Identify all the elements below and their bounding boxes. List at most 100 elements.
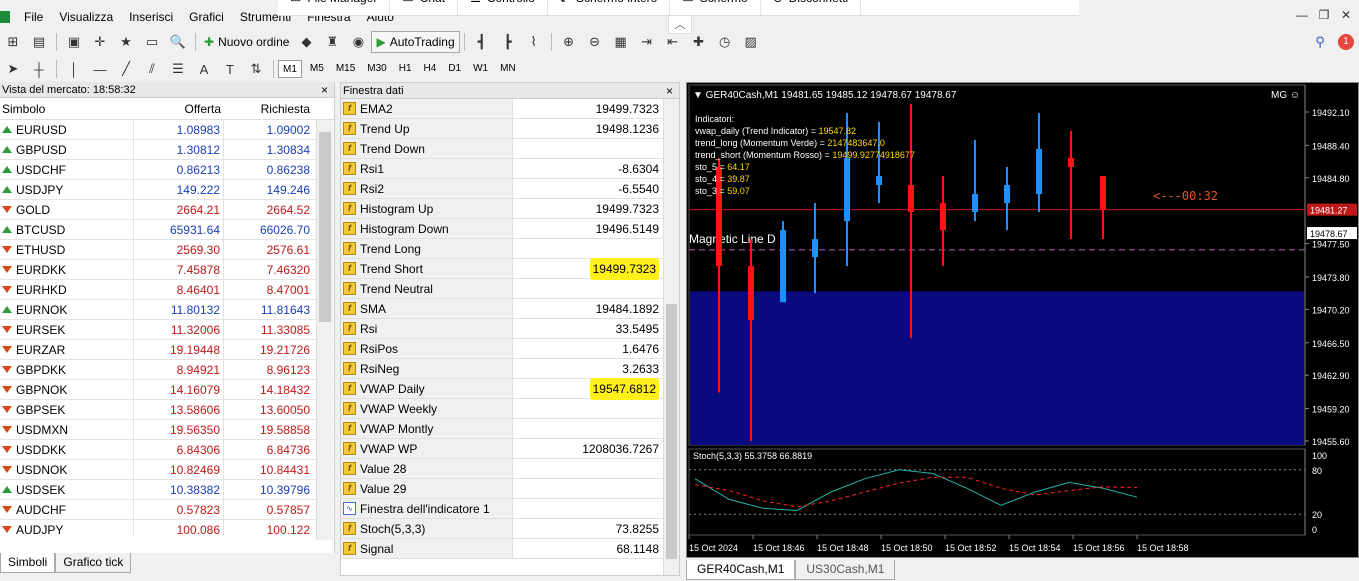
table-row[interactable]: f VWAP Daily 19547.6812 <box>341 378 679 400</box>
tile-windows-icon[interactable]: ▦ <box>610 32 632 52</box>
timeframe-w1[interactable]: W1 <box>469 60 492 78</box>
text-label-icon[interactable]: T <box>219 59 241 79</box>
remote-bar-item[interactable]: ☰ Controllo <box>458 0 548 15</box>
signals-icon[interactable]: ♜ <box>321 32 343 52</box>
close-icon[interactable]: × <box>666 83 673 99</box>
menu-item-file[interactable]: File <box>16 10 51 24</box>
timeframe-h1[interactable]: H1 <box>395 60 416 78</box>
table-row[interactable]: f RsiNeg 3.2633 <box>341 359 679 379</box>
timeframe-m5[interactable]: M5 <box>306 60 328 78</box>
table-row[interactable]: f Trend Short 19499.7323 <box>341 258 679 280</box>
column-ask[interactable]: Richiesta <box>224 102 313 116</box>
market-icon[interactable]: ◉ <box>347 32 369 52</box>
chart-shift-icon[interactable]: ⇤ <box>662 32 684 52</box>
list-item[interactable]: USDNOK 10.82469 10.84431 <box>0 460 334 480</box>
zoom-out-icon[interactable]: ⊖ <box>584 32 606 52</box>
remote-bar-item[interactable]: ↙ Schermo intero <box>548 0 671 15</box>
table-row[interactable]: f Trend Down <box>341 139 679 159</box>
table-row[interactable]: f Signal 68.1148 <box>341 539 679 559</box>
list-item[interactable]: AUDCHF 0.57823 0.57857 <box>0 500 334 520</box>
restore-icon[interactable]: ❐ <box>1317 8 1331 22</box>
list-item[interactable]: USDJPY 149.222 149.246 <box>0 180 334 200</box>
table-row[interactable]: f Rsi1 -8.6304 <box>341 159 679 179</box>
list-item[interactable]: EURSEK 11.32006 11.33085 <box>0 320 334 340</box>
table-row[interactable]: f Rsi2 -6.5540 <box>341 179 679 199</box>
table-row[interactable]: f Value 29 <box>341 479 679 499</box>
timeframe-m30[interactable]: M30 <box>363 60 390 78</box>
tab-tick-chart[interactable]: Grafico tick <box>55 553 132 573</box>
market-watch-icon[interactable]: ▣ <box>63 32 85 52</box>
remote-bar-item[interactable]: ▭ Schermo <box>670 0 761 15</box>
horizontal-line-icon[interactable]: — <box>89 59 111 79</box>
metaeditor-icon[interactable]: ◆ <box>295 32 317 52</box>
templates-icon[interactable]: ▨ <box>740 32 762 52</box>
close-icon[interactable]: ✕ <box>1339 8 1353 22</box>
data-window-scrollbar[interactable] <box>663 99 679 575</box>
tab-chart-ger40[interactable]: GER40Cash,M1 <box>686 560 796 580</box>
scrollbar-thumb[interactable] <box>319 132 331 322</box>
new-chart-icon[interactable]: ⊞ <box>2 32 24 52</box>
autoscroll-icon[interactable]: ⇥ <box>636 32 658 52</box>
table-row[interactable]: f RsiPos 1.6476 <box>341 339 679 359</box>
list-item[interactable]: EURHKD 8.46401 8.47001 <box>0 280 334 300</box>
close-icon[interactable]: × <box>321 82 328 98</box>
list-item[interactable]: GBPUSD 1.30812 1.30834 <box>0 140 334 160</box>
market-watch-scrollbar[interactable] <box>316 120 333 540</box>
arrows-icon[interactable]: ⇅ <box>245 59 267 79</box>
vertical-line-icon[interactable]: │ <box>63 59 85 79</box>
table-row[interactable]: f Rsi 33.5495 <box>341 319 679 339</box>
menu-item-visualizza[interactable]: Visualizza <box>51 10 121 24</box>
table-row[interactable]: f Trend Long <box>341 239 679 259</box>
profiles-icon[interactable]: ▤ <box>28 32 50 52</box>
timeframe-h4[interactable]: H4 <box>420 60 441 78</box>
table-row[interactable]: f Stoch(5,3,3) 73.8255 <box>341 519 679 539</box>
list-item[interactable]: USDCHF 0.86213 0.86238 <box>0 160 334 180</box>
table-row[interactable]: f VWAP Montly <box>341 419 679 439</box>
remote-bar-item[interactable]: ⊘ Disconnetti <box>761 0 862 15</box>
timeframe-m15[interactable]: M15 <box>332 60 359 78</box>
line-chart-icon[interactable]: ⌇ <box>523 32 545 52</box>
new-order-button[interactable]: ✚ Nuovo ordine <box>200 31 293 53</box>
list-item[interactable]: USDMXN 19.56350 19.58858 <box>0 420 334 440</box>
list-item[interactable]: GOLD 2664.21 2664.52 <box>0 200 334 220</box>
list-item[interactable]: EURUSD 1.08983 1.09002 <box>0 120 334 140</box>
table-row[interactable]: f VWAP Weekly <box>341 399 679 419</box>
data-window-icon[interactable]: ✛ <box>89 32 111 52</box>
cursor-icon[interactable]: ➤ <box>2 59 24 79</box>
autotrading-button[interactable]: ▶ AutoTrading <box>371 31 460 53</box>
list-item[interactable]: ETHUSD 2569.30 2576.61 <box>0 240 334 260</box>
collapse-remote-bar-button[interactable]: ︿ <box>668 16 692 34</box>
list-item[interactable]: EURDKK 7.45878 7.46320 <box>0 260 334 280</box>
fibonacci-icon[interactable]: ☰ <box>167 59 189 79</box>
table-row[interactable]: f EMA2 19499.7323 <box>341 99 679 119</box>
menu-item-grafici[interactable]: Grafici <box>181 10 232 24</box>
text-icon[interactable]: A <box>193 59 215 79</box>
list-item[interactable]: USDSEK 10.38382 10.39796 <box>0 480 334 500</box>
tab-chart-us30[interactable]: US30Cash,M1 <box>795 560 896 580</box>
list-item[interactable]: GBPDKK 8.94921 8.96123 <box>0 360 334 380</box>
crosshair-icon[interactable]: ┼ <box>28 59 50 79</box>
minimize-icon[interactable]: — <box>1295 8 1309 22</box>
list-item[interactable]: GBPSEK 13.58606 13.60050 <box>0 400 334 420</box>
list-item[interactable]: BTCUSD 65931.64 66026.70 <box>0 220 334 240</box>
notifications-icon[interactable]: 1 <box>1335 32 1357 52</box>
column-bid[interactable]: Offerta <box>134 102 224 116</box>
list-item[interactable]: USDDKK 6.84306 6.84736 <box>0 440 334 460</box>
table-row[interactable]: f Histogram Down 19496.5149 <box>341 219 679 239</box>
price-chart[interactable]: Magnetic Line D ▼ GER40Cash,M1 19481.65 1… <box>687 83 1358 557</box>
timeframe-m1[interactable]: M1 <box>278 60 302 78</box>
table-row[interactable]: f Trend Neutral <box>341 279 679 299</box>
search-icon[interactable]: ⚲ <box>1309 32 1331 52</box>
zoom-in-icon[interactable]: ⊕ <box>558 32 580 52</box>
candlestick-icon[interactable]: ┣ <box>497 32 519 52</box>
table-row[interactable]: ∿ Finestra dell'indicatore 1 <box>341 499 679 519</box>
list-item[interactable]: AUDJPY 100.086 100.122 <box>0 520 334 535</box>
table-row[interactable]: f SMA 19484.1892 <box>341 299 679 319</box>
timeframe-d1[interactable]: D1 <box>444 60 465 78</box>
strategy-tester-icon[interactable]: 🔍 <box>167 32 189 52</box>
column-symbol[interactable]: Simbolo <box>0 102 134 116</box>
bar-chart-icon[interactable]: ┫ <box>471 32 493 52</box>
timeframe-mn[interactable]: MN <box>496 60 520 78</box>
periods-icon[interactable]: ◷ <box>714 32 736 52</box>
table-row[interactable]: f Trend Up 19498.1236 <box>341 119 679 139</box>
